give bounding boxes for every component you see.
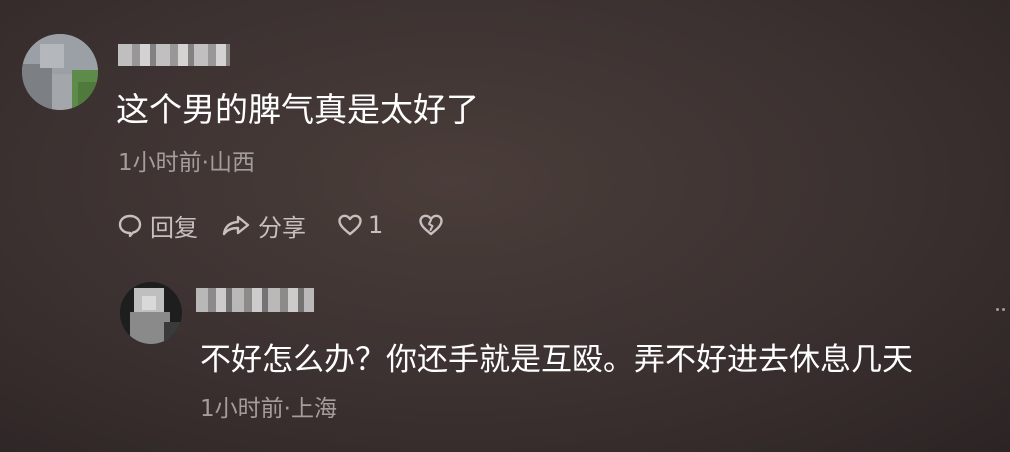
username-blurred[interactable] <box>118 44 230 66</box>
like-count: 1 <box>368 211 384 239</box>
share-arrow-icon <box>220 211 252 239</box>
reply-meta: 1小时前·上海 <box>200 396 337 422</box>
heart-icon <box>336 211 364 239</box>
reply-text: 不好怎么办？你还手就是互殴。弄不好进去休息几天 <box>200 342 913 378</box>
reply-button[interactable]: 回复 <box>116 208 198 243</box>
broken-heart-icon <box>417 211 445 239</box>
share-button[interactable]: 分享 <box>220 208 306 243</box>
comment-text: 这个男的脾气真是太好了 <box>116 90 479 129</box>
avatar[interactable] <box>22 34 98 110</box>
username-blurred[interactable] <box>196 288 314 312</box>
dislike-button[interactable] <box>417 211 445 239</box>
more-dots-icon[interactable] <box>996 308 1010 316</box>
comment-meta: 1小时前·山西 <box>118 150 255 176</box>
comment-actions: 回复 分享 1 <box>116 206 445 244</box>
share-label: 分享 <box>258 213 306 242</box>
like-button[interactable]: 1 <box>336 211 383 239</box>
comment-bubble-icon <box>116 211 144 239</box>
avatar[interactable] <box>120 282 182 344</box>
reply-label: 回复 <box>150 213 198 242</box>
